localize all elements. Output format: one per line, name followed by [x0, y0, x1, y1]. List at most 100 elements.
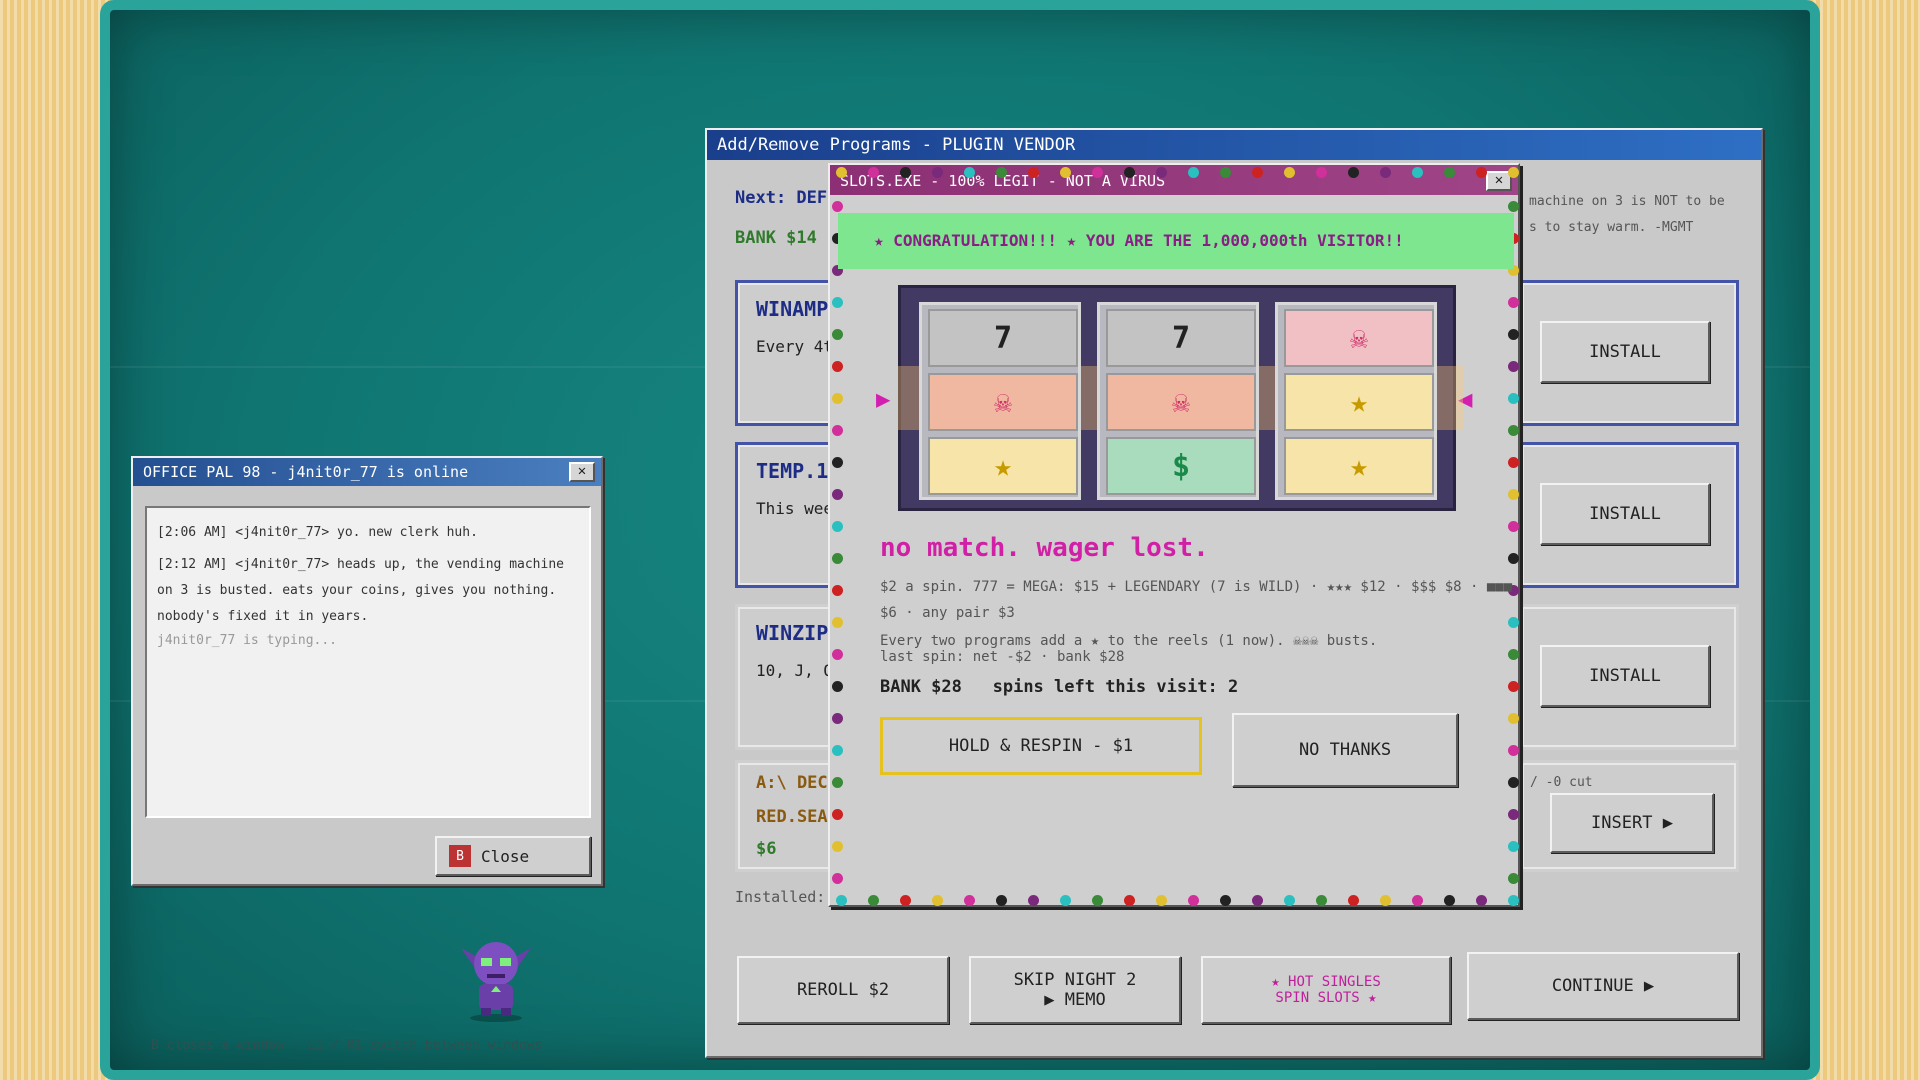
marquee-light — [1508, 895, 1519, 906]
marquee-light — [832, 713, 843, 724]
marquee-light — [868, 167, 879, 178]
install-button[interactable]: INSTALL — [1540, 483, 1710, 545]
reel-3: ☠ ★ ★ — [1275, 302, 1437, 500]
vendor-bank: BANK $14 — [735, 228, 817, 248]
paytable-line-1: $2 a spin. 777 = MEGA: $15 + LEGENDARY (… — [880, 579, 1513, 595]
marquee-light — [868, 895, 879, 906]
marquee-light — [1508, 745, 1519, 756]
b-key-icon: B — [449, 845, 471, 867]
marquee-light — [996, 895, 1007, 906]
reel-rule: Every two programs add a ★ to the reels … — [880, 633, 1378, 649]
next-label: Next: DEF — [735, 188, 828, 208]
marquee-light — [832, 553, 843, 564]
marquee-light — [1508, 841, 1519, 852]
marquee-light — [1316, 895, 1327, 906]
marquee-light — [832, 585, 843, 596]
marquee-light — [832, 873, 843, 884]
continue-button[interactable]: CONTINUE ▶ — [1467, 952, 1739, 1020]
marquee-light — [964, 167, 975, 178]
deck-price: $6 — [756, 839, 777, 859]
reel-2: 7 ☠ $ — [1097, 302, 1259, 500]
typing-indicator: j4nit0r_77 is typing... — [157, 633, 338, 648]
reel-symbol: ★ — [928, 437, 1078, 495]
reel-symbol: ☠ — [928, 373, 1078, 431]
marquee-light — [832, 841, 843, 852]
marquee-light — [1508, 681, 1519, 692]
slots-window: SLOTS.EXE - 100% LEGIT - NOT A VIRUS ✕ ★… — [828, 163, 1520, 907]
marquee-light — [1508, 489, 1519, 500]
skip-night-button[interactable]: SKIP NIGHT 2 ▶ MEMO — [969, 956, 1181, 1024]
program-desc: Every 4t — [756, 337, 834, 356]
marquee-light — [932, 895, 943, 906]
marquee-light — [1508, 617, 1519, 628]
marquee-light — [1220, 895, 1231, 906]
marquee-light — [1444, 895, 1455, 906]
install-button[interactable]: INSTALL — [1540, 645, 1710, 707]
marquee-light — [1476, 895, 1487, 906]
hot-singles-button[interactable]: ★ HOT SINGLES SPIN SLOTS ★ — [1201, 956, 1451, 1024]
marquee-light — [900, 895, 911, 906]
marquee-light — [1508, 649, 1519, 660]
marquee-light — [1412, 167, 1423, 178]
marquee-light — [1508, 777, 1519, 788]
goblin-mascot-icon[interactable] — [455, 928, 537, 1022]
marquee-light — [1412, 895, 1423, 906]
marquee-light — [832, 777, 843, 788]
last-spin: last spin: net -$2 · bank $28 — [880, 649, 1125, 665]
skip-label-1: SKIP NIGHT 2 — [1013, 970, 1137, 990]
slots-bank-line: BANK $28 spins left this visit: 2 — [880, 677, 1238, 697]
program-desc: This wee — [756, 499, 834, 518]
chat-log: [2:06 AM] <j4nit0r_77> yo. new clerk huh… — [145, 506, 591, 818]
marquee-light — [832, 361, 843, 372]
marquee-light — [1508, 167, 1519, 178]
marquee-light — [832, 681, 843, 692]
slot-reels: 7 ☠ ★ 7 ☠ $ ☠ ★ ★ — [897, 285, 1463, 511]
marquee-light — [832, 745, 843, 756]
program-title: TEMP.1 — [756, 459, 829, 483]
hold-respin-button[interactable]: HOLD & RESPIN - $1 — [880, 717, 1202, 775]
reel-symbol: ★ — [1284, 437, 1434, 495]
chat-title[interactable]: OFFICE PAL 98 - j4nit0r_77 is online ✕ — [133, 458, 601, 486]
insert-button[interactable]: INSERT ▶ — [1550, 793, 1714, 853]
program-title: WINAMP — [756, 297, 829, 321]
memo-line-2: s to stay warm. -MGMT — [1529, 220, 1694, 235]
chat-message: [2:12 AM] <j4nit0r_77> heads up, the ven… — [157, 557, 564, 624]
chat-title-text: OFFICE PAL 98 - j4nit0r_77 is online — [143, 463, 469, 481]
chat-close-label: Close — [481, 846, 530, 866]
reel-symbol: ★ — [1284, 373, 1434, 431]
marquee-light — [832, 457, 843, 468]
marquee-light — [1380, 895, 1391, 906]
reroll-button[interactable]: REROLL $2 — [737, 956, 949, 1024]
office-pal-chat-window: OFFICE PAL 98 - j4nit0r_77 is online ✕ [… — [131, 456, 603, 886]
deck-line-1: A:\ DECK — [756, 773, 838, 793]
marquee-light — [1444, 167, 1455, 178]
marquee-light — [832, 329, 843, 340]
reel-symbol: ☠ — [1284, 309, 1434, 367]
install-button[interactable]: INSTALL — [1540, 321, 1710, 383]
marquee-light — [1156, 895, 1167, 906]
skip-label-2: ▶ MEMO — [1044, 990, 1106, 1010]
marquee-light — [1380, 167, 1391, 178]
marquee-light — [1028, 167, 1039, 178]
marquee-light — [932, 167, 943, 178]
controls-hint: B closes a window · L1 / R1 switch betwe… — [151, 1038, 543, 1053]
reroll-label: REROLL $2 — [796, 980, 890, 1000]
marquee-light — [1508, 425, 1519, 436]
marquee-light — [1092, 895, 1103, 906]
marquee-light — [832, 201, 843, 212]
deck-line-2: RED.SEA — [756, 807, 828, 827]
reel-symbol: 7 — [1106, 309, 1256, 367]
program-title: WINZIP — [756, 621, 829, 645]
marquee-light — [1188, 895, 1199, 906]
close-icon[interactable]: ✕ — [569, 462, 595, 482]
marquee-light — [1092, 167, 1103, 178]
vendor-title[interactable]: Add/Remove Programs - PLUGIN VENDOR — [707, 130, 1761, 160]
marquee-light — [1284, 167, 1295, 178]
spin-result: no match. wager lost. — [880, 533, 1209, 563]
marquee-light — [964, 895, 975, 906]
no-thanks-button[interactable]: NO THANKS — [1232, 713, 1458, 787]
marquee-light — [1508, 393, 1519, 404]
marquee-light — [900, 167, 911, 178]
chat-close-button[interactable]: B Close — [435, 836, 591, 876]
marquee-light — [832, 521, 843, 532]
